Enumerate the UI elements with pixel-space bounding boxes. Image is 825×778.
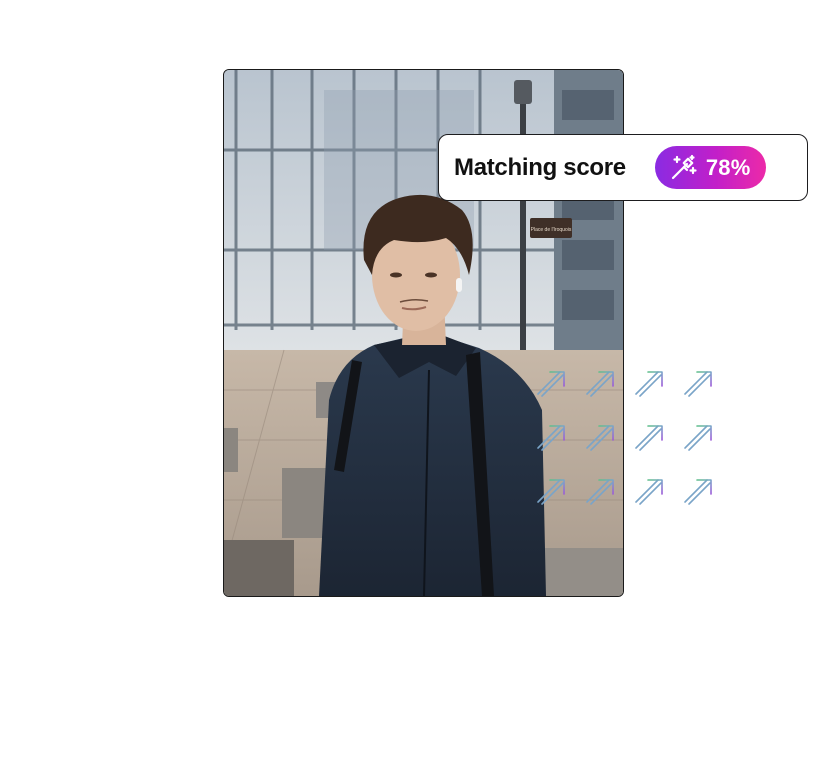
matching-score-badge: 78% bbox=[654, 146, 767, 189]
trend-arrows-decoration bbox=[537, 371, 712, 505]
matching-score-value: 78% bbox=[705, 154, 751, 180]
magic-wand-icon bbox=[671, 154, 697, 179]
trend-up-arrow-icon bbox=[537, 371, 565, 397]
matching-score-label: Matching score bbox=[454, 153, 626, 181]
trend-up-arrow-icon bbox=[635, 425, 663, 451]
trend-up-arrow-icon bbox=[537, 479, 565, 505]
trend-up-arrow-icon bbox=[635, 371, 663, 397]
trend-up-arrow-icon bbox=[684, 479, 712, 505]
trend-up-arrow-icon bbox=[586, 479, 614, 505]
trend-up-arrow-icon bbox=[635, 479, 663, 505]
street-sign-text: Place de l'Iroquois bbox=[531, 227, 572, 233]
trend-up-arrow-icon bbox=[684, 425, 712, 451]
trend-up-arrow-icon bbox=[684, 371, 712, 397]
trend-up-arrow-icon bbox=[537, 425, 565, 451]
stage: Place de l'Iroquois Matching score 78% bbox=[0, 0, 825, 778]
matching-score-card: Matching score 78% bbox=[438, 134, 808, 201]
trend-up-arrow-icon bbox=[586, 371, 614, 397]
trend-up-arrow-icon bbox=[586, 425, 614, 451]
